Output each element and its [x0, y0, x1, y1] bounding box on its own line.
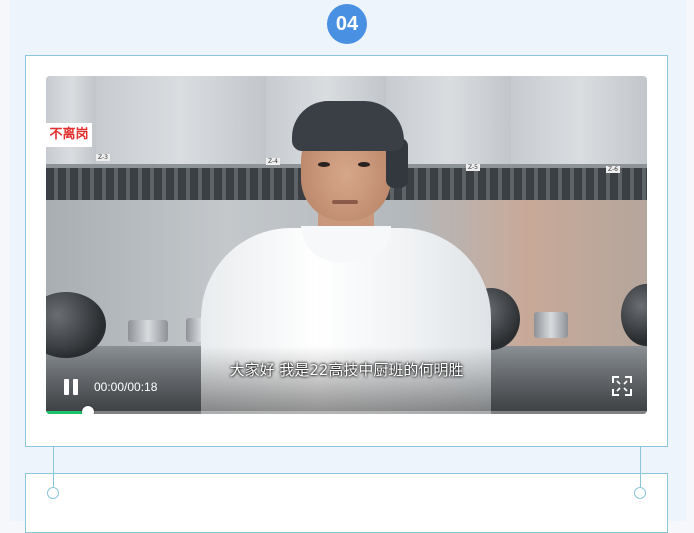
- wall-sign: 不离岗: [46, 123, 92, 147]
- pause-button[interactable]: [61, 376, 81, 398]
- pause-icon: [73, 379, 78, 395]
- chef-cap: [292, 101, 404, 151]
- progress-bar[interactable]: [46, 411, 647, 414]
- fullscreen-button[interactable]: [612, 376, 632, 396]
- playback-time: 00:00/00:18: [94, 380, 158, 394]
- fullscreen-icon: [612, 376, 632, 396]
- stock-pot: [128, 320, 168, 342]
- steel-panel: [96, 76, 267, 171]
- chef-eye: [318, 162, 330, 167]
- connector-line: [640, 447, 641, 487]
- connector-line: [53, 447, 54, 487]
- steel-panel: [511, 76, 647, 171]
- connector-node: [47, 487, 59, 499]
- station-tag: Z-6: [606, 166, 620, 173]
- station-tag: Z-3: [96, 154, 110, 161]
- chef-mouth: [332, 200, 358, 204]
- connector-node: [634, 487, 646, 499]
- video-player[interactable]: 不离岗 Z-3 Z-4 Z-5 Z-6 大家好 我是22高技中厨班的何明胜 00…: [46, 76, 647, 414]
- video-subtitle: 大家好 我是22高技中厨班的何明胜: [229, 361, 464, 379]
- station-tag: Z-4: [266, 158, 280, 165]
- station-tag: Z-5: [466, 164, 480, 171]
- stock-pot: [534, 312, 568, 338]
- next-card: [25, 473, 668, 533]
- pause-icon: [64, 379, 69, 395]
- step-number-badge: 04: [327, 4, 367, 44]
- progress-handle[interactable]: [82, 406, 95, 414]
- chef-eye: [358, 162, 370, 167]
